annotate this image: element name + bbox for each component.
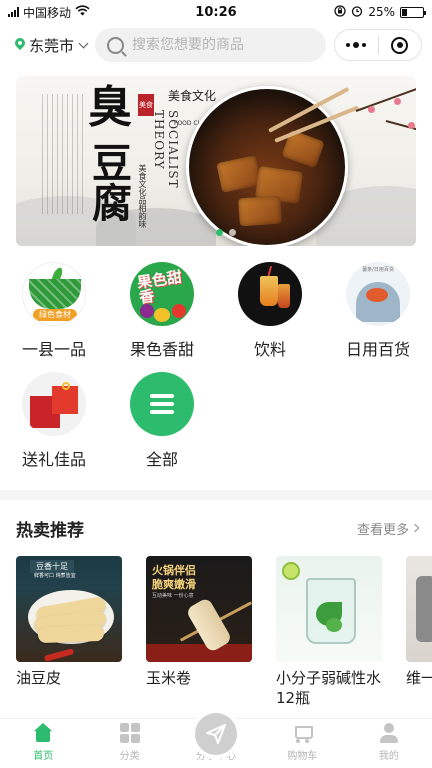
category-label: 果色香甜 (129, 340, 194, 359)
category-county-product[interactable]: 绿色食材 一县一品 (0, 262, 108, 360)
product-name: 维一不沾 (406, 669, 432, 687)
home-icon (33, 723, 53, 743)
banner-slogan: 美食文化品相韵味 (138, 164, 147, 228)
fruit-icon: 果色甜香 (130, 262, 194, 326)
carrier-label: 中国移动 (23, 5, 72, 20)
product-card[interactable]: 小分子弱碱性水12瓶 (276, 556, 382, 709)
tab-category[interactable]: 分类 (86, 719, 172, 768)
product-image-subcaption: 鲜香可口 炖煮皆宜 (34, 573, 76, 579)
category-grid-icon (119, 723, 140, 743)
top-header: 东莞市 (0, 24, 432, 66)
battery-icon (400, 6, 426, 18)
share-plane-icon[interactable] (195, 713, 238, 755)
stinky-tofu-plate-image (186, 86, 360, 246)
banner-title-sub: 豆腐 (85, 142, 132, 222)
category-daily-goods[interactable]: 薯条/日用百货 日用百货 (324, 262, 432, 360)
product-card[interactable]: 维一不沾 (406, 556, 432, 709)
product-name: 玉米卷 (146, 669, 192, 687)
close-target-icon (391, 36, 409, 54)
product-image: 火锅伴侣 脆爽嫩滑 互动美味 一份心意 (146, 556, 252, 662)
tab-share-center[interactable]: 分享中心 (173, 713, 259, 768)
product-card[interactable]: 火锅伴侣 脆爽嫩滑 互动美味 一份心意 玉米卷 (146, 556, 252, 709)
signal-icon (8, 7, 19, 17)
more-options-button[interactable] (335, 30, 378, 60)
product-image-subcaption: 互动美味 一份心意 (152, 593, 194, 599)
county-icon-tag: 绿色食材 (33, 309, 77, 321)
search-input[interactable] (132, 37, 314, 53)
category-label: 全部 (145, 450, 178, 469)
product-image-caption-2: 脆爽嫩滑 (152, 578, 196, 591)
banner-pagination (216, 229, 236, 236)
user-icon (379, 723, 398, 743)
county-product-icon: 绿色食材 (22, 262, 86, 326)
category-label: 饮料 (253, 340, 286, 359)
daily-icon-caption: 薯条/日用百货 (362, 267, 394, 273)
bottom-tab-bar: 首页 分类 分享中心 购物车 我的 (0, 713, 432, 768)
gift-icon (22, 372, 86, 436)
battery-percent: 25% (368, 5, 395, 19)
banner-text-texture (42, 94, 84, 214)
product-card[interactable]: 豆香十足 鲜香可口 炖煮皆宜 油豆皮 (16, 556, 122, 709)
more-dots-icon (346, 42, 367, 48)
banner-dot[interactable] (229, 229, 236, 236)
banner-dot-active[interactable] (216, 229, 223, 236)
tab-label: 我的 (378, 751, 399, 762)
category-all[interactable]: 全部 (108, 372, 216, 470)
tab-mine[interactable]: 我的 (346, 719, 432, 768)
category-fruit[interactable]: 果色甜香 果色香甜 (108, 262, 216, 360)
banner-title-main: 臭 (88, 82, 132, 133)
status-right: 25% (334, 4, 426, 20)
category-grid: 绿色食材 一县一品 果色甜香 果色香甜 饮料 薯条/日用百货 日用百货 送礼佳品… (0, 246, 432, 470)
search-icon (107, 36, 125, 54)
product-image (276, 556, 382, 662)
fruit-icon-text: 果色甜香 (135, 267, 183, 307)
chevron-right-icon (410, 523, 420, 533)
daily-goods-icon: 薯条/日用百货 (346, 262, 410, 326)
product-image: 豆香十足 鲜香可口 炖煮皆宜 (16, 556, 122, 662)
hot-products-row: 豆香十足 鲜香可口 炖煮皆宜 油豆皮 火锅伴侣 脆爽嫩滑 互动美味 一份心意 玉… (0, 556, 432, 709)
wifi-icon (75, 5, 90, 19)
banner-english-vertical: SOCIALIST THEORY (152, 110, 180, 189)
miniprogram-capsule (334, 29, 422, 61)
location-selector[interactable]: 东莞市 (14, 35, 89, 56)
category-gifts[interactable]: 送礼佳品 (0, 372, 108, 470)
product-name: 小分子弱碱性水12瓶 (276, 669, 382, 708)
product-name: 油豆皮 (16, 669, 62, 687)
section-divider (0, 490, 432, 500)
view-more-label: 查看更多 (356, 522, 409, 538)
tab-label: 分类 (119, 751, 140, 762)
category-label: 日用百货 (345, 340, 410, 359)
close-miniprogram-button[interactable] (379, 30, 422, 60)
cart-icon (291, 723, 314, 743)
banner-cn-tag: 美食文化 (168, 89, 217, 103)
chevron-down-icon (78, 38, 89, 49)
status-bar: 中国移动 10:26 25% (0, 0, 432, 24)
status-left: 中国移动 (8, 4, 90, 21)
hot-section-header: 热卖推荐 查看更多 (0, 500, 432, 556)
search-bar[interactable] (95, 28, 326, 62)
tab-home[interactable]: 首页 (0, 719, 86, 768)
view-more-link[interactable]: 查看更多 (356, 519, 420, 538)
category-label: 一县一品 (21, 340, 86, 359)
tab-label: 购物车 (287, 751, 318, 762)
location-label: 东莞市 (29, 36, 75, 55)
hot-section-title: 热卖推荐 (16, 520, 84, 541)
lock-rotation-icon (334, 4, 346, 20)
category-label: 送礼佳品 (21, 450, 86, 469)
category-drinks[interactable]: 饮料 (216, 262, 324, 360)
all-menu-icon (130, 372, 194, 436)
alarm-icon (351, 5, 363, 20)
location-pin-icon (14, 38, 26, 53)
tab-label: 首页 (33, 751, 54, 762)
tab-cart[interactable]: 购物车 (259, 719, 345, 768)
promo-banner[interactable]: 臭 豆腐 美食 美食文化品相韵味 SOCIALIST THEORY 美食文化 F… (16, 76, 416, 246)
drink-icon (238, 262, 302, 326)
product-image (406, 556, 432, 662)
